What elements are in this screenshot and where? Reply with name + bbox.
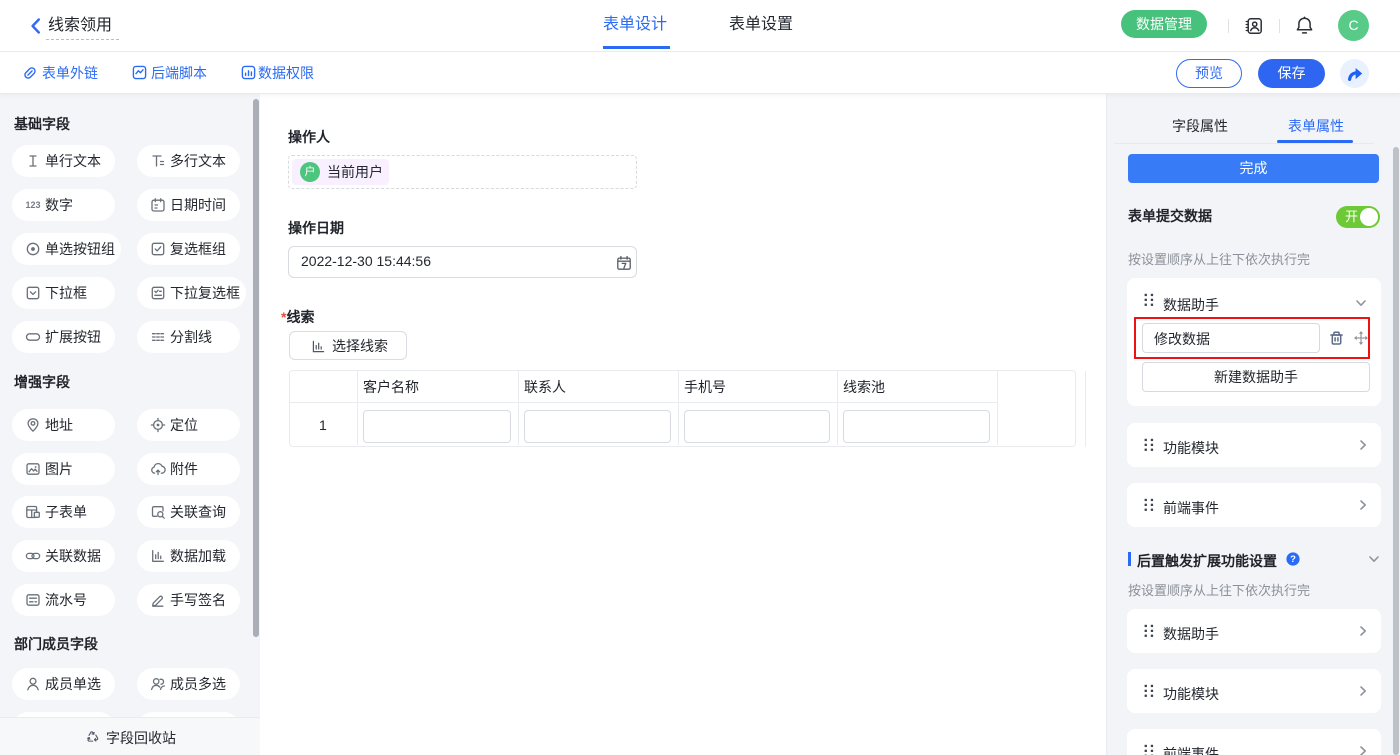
svg-text:?: ? (1290, 554, 1296, 565)
